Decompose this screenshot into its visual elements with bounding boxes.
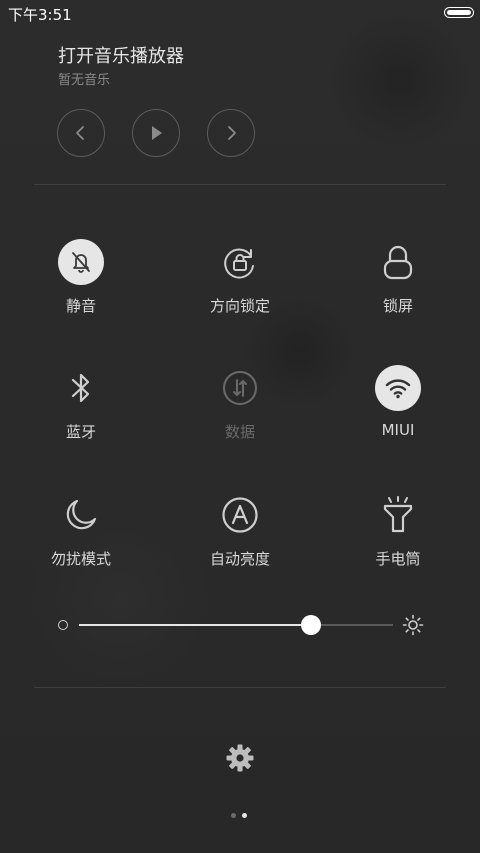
battery-icon bbox=[444, 7, 474, 18]
sun-icon bbox=[402, 614, 424, 636]
page-indicator bbox=[228, 813, 252, 819]
toggle-icon-wrap bbox=[58, 239, 104, 285]
bell-off-icon bbox=[72, 252, 90, 273]
toggle-label: 锁屏 bbox=[382, 297, 413, 315]
toggle-mobile-data[interactable]: 数据 bbox=[175, 365, 305, 445]
brightness-thumb[interactable] bbox=[301, 615, 322, 635]
status-time: 下午3:51 bbox=[8, 6, 72, 24]
toggle-silent[interactable]: 静音 bbox=[16, 239, 146, 319]
play-icon bbox=[152, 126, 162, 140]
rotation-lock-icon bbox=[224, 248, 254, 279]
previous-button[interactable] bbox=[57, 109, 105, 157]
toggle-label: 自动亮度 bbox=[209, 550, 270, 568]
toggle-auto-brightness[interactable]: 自动亮度 bbox=[175, 492, 305, 572]
toggle-label: 数据 bbox=[224, 423, 255, 441]
toggle-lock-screen[interactable]: 锁屏 bbox=[333, 239, 463, 319]
toggle-bluetooth[interactable]: 蓝牙 bbox=[16, 365, 146, 445]
divider-bottom bbox=[34, 687, 446, 688]
brightness-track[interactable] bbox=[79, 615, 393, 635]
chevron-left-icon bbox=[76, 126, 84, 140]
toggle-icon-wrap bbox=[217, 365, 263, 411]
toggle-label: 方向锁定 bbox=[209, 297, 270, 315]
play-button[interactable] bbox=[132, 109, 180, 157]
toggle-icon-wrap bbox=[375, 492, 421, 538]
lock-icon bbox=[383, 245, 413, 280]
music-player-subtitle: 暂无音乐 bbox=[58, 73, 111, 88]
toggle-icon-wrap bbox=[375, 365, 421, 411]
chevron-right-icon bbox=[228, 126, 236, 140]
toggle-label: 手电筒 bbox=[375, 550, 421, 568]
status-bar: 下午3:51 bbox=[0, 0, 480, 26]
page-dot bbox=[231, 813, 236, 818]
settings-button[interactable] bbox=[223, 741, 257, 775]
mobile-data-icon bbox=[223, 371, 257, 405]
brightness-fill bbox=[79, 624, 312, 626]
auto-brightness-icon bbox=[222, 497, 258, 533]
gear-icon bbox=[226, 744, 254, 772]
flashlight-icon bbox=[383, 496, 413, 533]
brightness-min-icon bbox=[58, 620, 68, 630]
bluetooth-icon bbox=[71, 373, 90, 403]
music-player-title[interactable]: 打开音乐播放器 bbox=[58, 42, 184, 68]
toggle-label: 静音 bbox=[65, 297, 96, 315]
toggle-flashlight[interactable]: 手电筒 bbox=[333, 492, 463, 572]
toggle-icon-wrap bbox=[217, 492, 263, 538]
next-button[interactable] bbox=[207, 109, 255, 157]
toggle-icon-wrap bbox=[217, 239, 263, 285]
toggle-icon-wrap bbox=[58, 365, 104, 411]
brightness-slider[interactable] bbox=[54, 612, 434, 638]
page-dot-active bbox=[242, 813, 247, 818]
toggle-label: MIUI bbox=[381, 421, 415, 439]
toggle-do-not-disturb[interactable]: 勿扰模式 bbox=[16, 492, 146, 572]
battery-level bbox=[447, 10, 471, 15]
toggle-label: 蓝牙 bbox=[65, 423, 96, 441]
toggle-wifi[interactable]: MIUI bbox=[333, 365, 463, 445]
wifi-icon bbox=[385, 379, 411, 399]
toggle-rotation-lock[interactable]: 方向锁定 bbox=[175, 239, 305, 319]
divider-top bbox=[34, 184, 446, 185]
moon-icon bbox=[66, 499, 97, 530]
toggle-icon-wrap bbox=[375, 239, 421, 285]
toggle-icon-wrap bbox=[58, 492, 104, 538]
toggle-label: 勿扰模式 bbox=[50, 550, 111, 568]
